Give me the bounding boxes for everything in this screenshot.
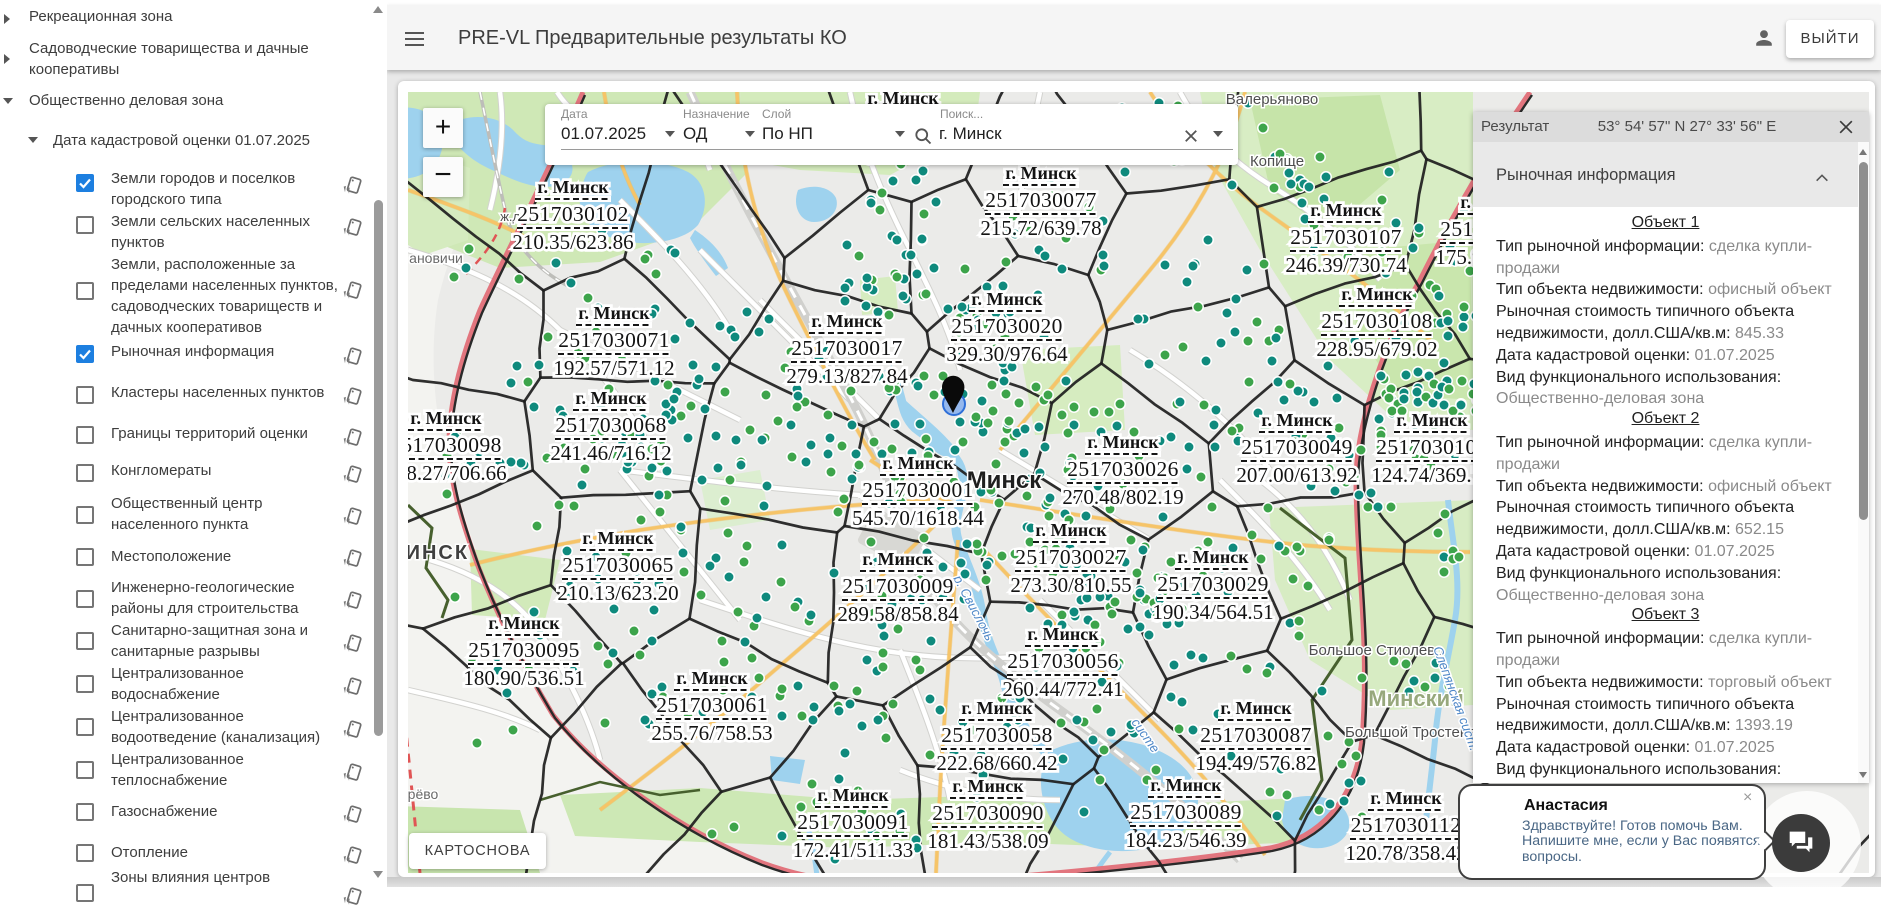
svg-text:2517030098: 2517030098 [408, 433, 502, 457]
svg-text:2517030077: 2517030077 [985, 188, 1097, 212]
svg-text:2517030061: 2517030061 [656, 693, 768, 717]
svg-text:г. Минск: г. Минск [811, 311, 883, 331]
svg-text:г. Минск: г. Минск [578, 303, 650, 323]
svg-text:210.13/623.20: 210.13/623.20 [557, 581, 678, 605]
svg-text:2517030065: 2517030065 [562, 553, 674, 577]
svg-text:г. Минск: г. Минск [817, 785, 889, 805]
svg-text:2517030068: 2517030068 [555, 413, 667, 437]
svg-text:2517030049: 2517030049 [1241, 435, 1353, 459]
svg-text:ановичи: ановичи [409, 250, 463, 266]
svg-text:246.39/730.74: 246.39/730.74 [1285, 253, 1407, 277]
svg-text:г. Минск: г. Минск [1310, 200, 1382, 220]
svg-text:МИНСК: МИНСК [408, 542, 469, 564]
svg-text:2517030017: 2517030017 [791, 336, 903, 360]
svg-text:329.30/976.64: 329.30/976.64 [946, 342, 1068, 366]
svg-text:2517030027: 2517030027 [1015, 545, 1127, 569]
svg-text:190.34/564.51: 190.34/564.51 [1152, 600, 1273, 624]
svg-text:2517030089: 2517030089 [1130, 800, 1242, 824]
svg-text:2517030058: 2517030058 [941, 723, 1053, 747]
svg-text:172.41/511.33: 172.41/511.33 [793, 838, 914, 862]
svg-text:г. Минск: г. Минск [862, 549, 934, 569]
svg-text:2517030095: 2517030095 [468, 638, 580, 662]
svg-text:г. Минск: г. Минск [1035, 520, 1107, 540]
svg-text:г. Минск: г. Минск [1370, 788, 1442, 808]
svg-text:г. Минск: г. Минск [575, 388, 647, 408]
svg-text:г. Минск: г. Минск [1150, 775, 1222, 795]
svg-text:279.13/827.84: 279.13/827.84 [786, 364, 908, 388]
svg-text:Минск: Минск [967, 467, 1043, 494]
svg-text:2517030091: 2517030091 [797, 810, 909, 834]
svg-text:2517030106: 2517030106 [1376, 435, 1488, 459]
svg-text:184.23/546.39: 184.23/546.39 [1125, 828, 1246, 852]
svg-text:г. Минск: г. Минск [971, 289, 1043, 309]
svg-text:215.72/639.78: 215.72/639.78 [980, 216, 1101, 240]
svg-text:194.49/576.82: 194.49/576.82 [1195, 751, 1316, 775]
svg-text:2517030071: 2517030071 [558, 328, 670, 352]
svg-text:2517030087: 2517030087 [1200, 723, 1312, 747]
svg-text:Валерьяново: Валерьяново [1226, 92, 1319, 108]
svg-text:2517030026: 2517030026 [1067, 457, 1179, 481]
svg-text:241.46/716.12: 241.46/716.12 [550, 441, 671, 465]
svg-text:2517030102: 2517030102 [517, 202, 629, 226]
svg-text:г. Минск: г. Минск [882, 453, 954, 473]
svg-text:2517030112: 2517030112 [1351, 813, 1462, 837]
svg-text:210.35/623.86: 210.35/623.86 [512, 230, 633, 254]
svg-text:г. Минск: г. Минск [537, 177, 609, 197]
svg-text:2517030056: 2517030056 [1007, 649, 1119, 673]
svg-text:г. Минск: г. Минск [410, 408, 482, 428]
svg-text:рёво: рёво [408, 786, 439, 802]
svg-text:207.00/613.92: 207.00/613.92 [1236, 463, 1357, 487]
svg-text:545.70/1618.44: 545.70/1618.44 [852, 506, 984, 530]
svg-text:г. Минск: г. Минск [1220, 698, 1292, 718]
svg-text:2517030029: 2517030029 [1157, 572, 1269, 596]
svg-text:273.30/810.55: 273.30/810.55 [1010, 573, 1131, 597]
svg-text:120.78/358.42: 120.78/358.42 [1345, 841, 1466, 865]
svg-text:192.57/571.12: 192.57/571.12 [553, 356, 674, 380]
svg-text:2517030090: 2517030090 [932, 801, 1044, 825]
svg-text:г. Минск: г. Минск [1261, 410, 1333, 430]
svg-text:Копище: Копище [1250, 153, 1304, 170]
svg-text:г. Минск: г. Минск [488, 613, 560, 633]
svg-text:2517030009: 2517030009 [842, 574, 954, 598]
svg-text:222.68/660.42: 222.68/660.42 [936, 751, 1057, 775]
svg-text:г. Минск: г. Минск [952, 776, 1024, 796]
svg-text:г. Минск: г. Минск [1341, 284, 1413, 304]
svg-text:2517030001: 2517030001 [862, 478, 974, 502]
svg-text:228.95/679.02: 228.95/679.02 [1316, 337, 1437, 361]
svg-text:289.58/858.84: 289.58/858.84 [837, 602, 959, 626]
svg-text:2517030020: 2517030020 [951, 314, 1063, 338]
svg-text:г. Минск: г. Минск [961, 698, 1033, 718]
svg-text:г. Минск: г. Минск [582, 528, 654, 548]
svg-text:г. Минск: г. Минск [1005, 163, 1077, 183]
svg-text:255.76/758.53: 255.76/758.53 [651, 721, 772, 745]
svg-text:г. Минск: г. Минск [1087, 432, 1159, 452]
svg-text:г. Минск: г. Минск [676, 668, 748, 688]
svg-text:181.43/538.09: 181.43/538.09 [927, 829, 1048, 853]
svg-text:2517030107: 2517030107 [1290, 225, 1402, 249]
svg-text:180.90/536.51: 180.90/536.51 [463, 666, 584, 690]
svg-text:138.27/706.66: 138.27/706.66 [408, 461, 507, 485]
svg-text:г. Минск: г. Минск [1027, 624, 1099, 644]
svg-text:2517030108: 2517030108 [1321, 309, 1433, 333]
svg-text:г. Минск: г. Минск [1177, 547, 1249, 567]
svg-text:270.48/802.19: 270.48/802.19 [1062, 485, 1183, 509]
svg-text:г. Минск: г. Минск [1396, 410, 1468, 430]
svg-text:Большое Стиолево: Большое Стиолево [1309, 642, 1444, 659]
